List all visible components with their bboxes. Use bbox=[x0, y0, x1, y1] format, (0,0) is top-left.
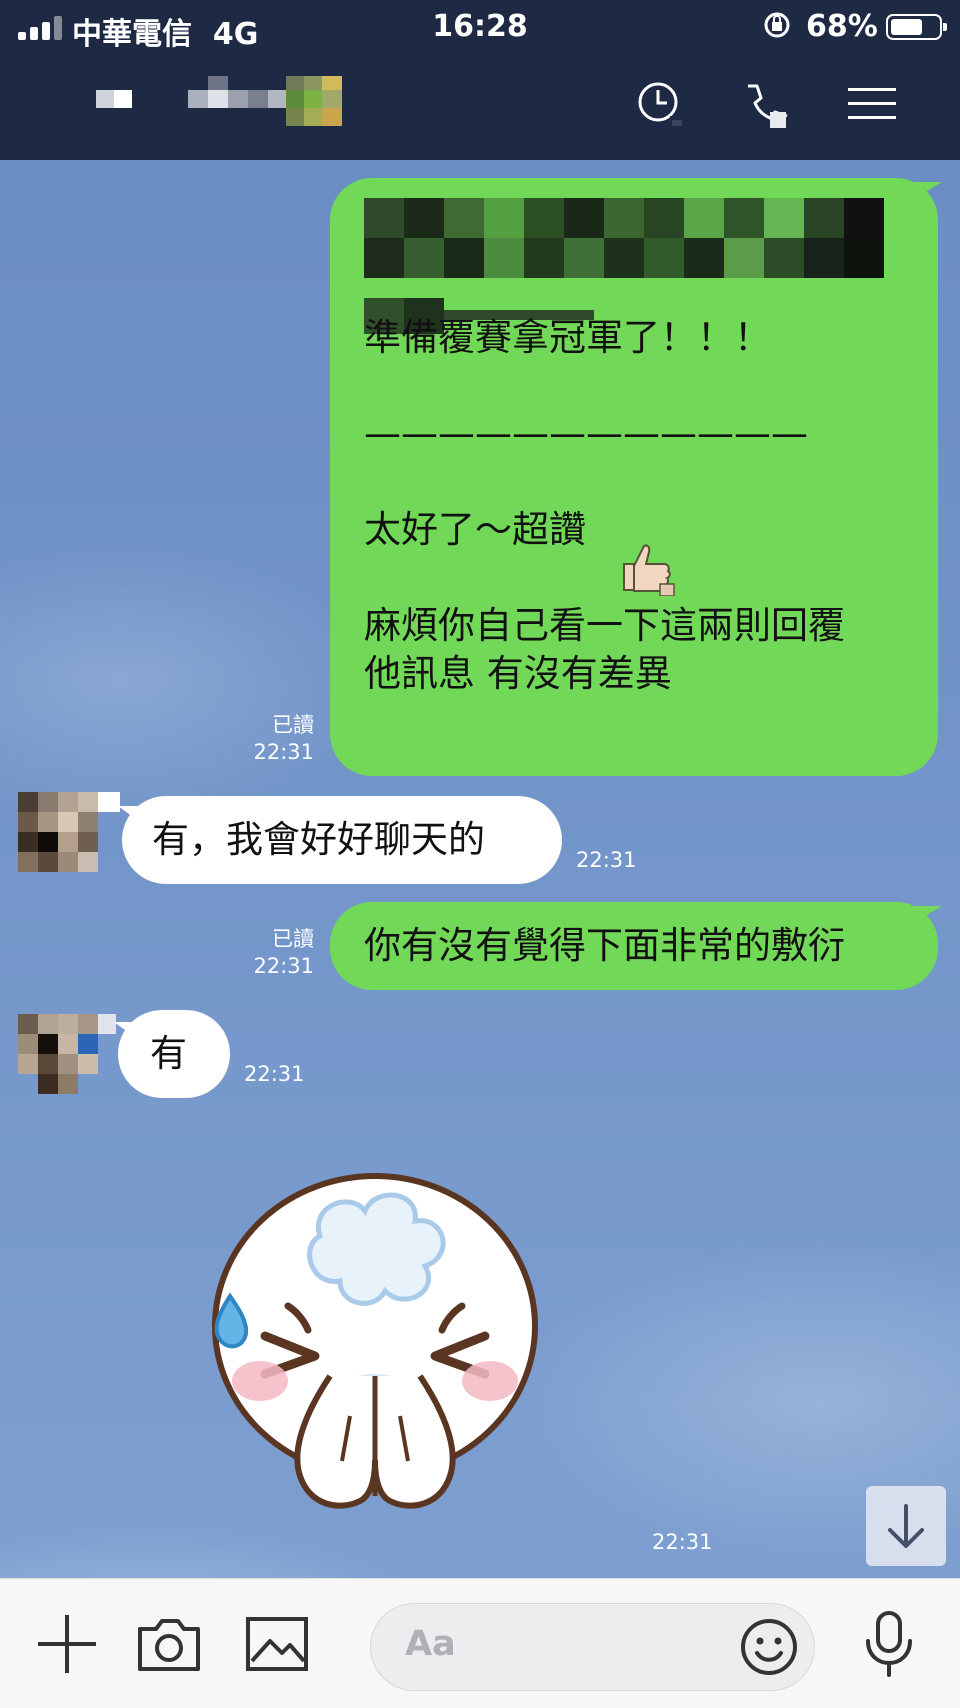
camera-icon[interactable] bbox=[134, 1609, 204, 1679]
outgoing-message-bubble[interactable]: 你有沒有覺得下面非常的敷衍 bbox=[330, 902, 938, 990]
thumbs-up-emoji bbox=[616, 540, 676, 597]
read-receipt: 已讀 bbox=[272, 927, 314, 951]
emoji-icon[interactable] bbox=[738, 1616, 800, 1678]
sweating-bowing-sticker[interactable] bbox=[200, 1166, 550, 1516]
message-time: 22:31 bbox=[253, 954, 314, 978]
microphone-icon[interactable] bbox=[854, 1609, 924, 1679]
menu-icon[interactable] bbox=[844, 80, 900, 130]
scroll-to-bottom-button[interactable] bbox=[866, 1486, 946, 1566]
phone-icon[interactable] bbox=[738, 80, 788, 130]
top-bar: 中華電信 4G 16:28 68% bbox=[0, 0, 960, 160]
message-text: 你有沒有覺得下面非常的敷衍 bbox=[364, 924, 845, 967]
rotation-lock-icon bbox=[762, 10, 792, 48]
composer-bar: Aa bbox=[0, 1578, 960, 1708]
image-icon[interactable] bbox=[242, 1609, 312, 1679]
message-time: 22:31 bbox=[244, 1062, 305, 1086]
message-time: 22:31 bbox=[652, 1530, 713, 1554]
outgoing-message-bubble[interactable]: 準備覆賽拿冠軍了！！！ ———————————— 太好了～超讚 麻煩你自己看一下… bbox=[330, 178, 938, 776]
message-text: 有 bbox=[150, 1032, 187, 1075]
avatar[interactable] bbox=[18, 792, 120, 872]
message-time: 22:31 bbox=[253, 740, 314, 764]
message-text: 有，我會好好聊天的 bbox=[152, 818, 485, 861]
clock-icon[interactable] bbox=[636, 80, 686, 130]
message-input-placeholder: Aa bbox=[405, 1624, 456, 1664]
contact-name-redacted[interactable] bbox=[96, 76, 366, 140]
incoming-message-bubble[interactable]: 有 bbox=[118, 1010, 230, 1098]
chat-screen: 中華電信 4G 16:28 68% 已讀 22:31 準備覆賽拿冠軍了！！！ —… bbox=[0, 0, 960, 1708]
avatar[interactable] bbox=[18, 1014, 116, 1098]
message-text: 準備覆賽拿冠軍了！！！ ———————————— 太好了～超讚 麻煩你自己看一下… bbox=[364, 316, 845, 695]
battery-icon bbox=[886, 14, 947, 40]
battery-percent: 68% bbox=[806, 9, 878, 44]
read-receipt: 已讀 bbox=[272, 713, 314, 737]
incoming-message-bubble[interactable]: 有，我會好好聊天的 bbox=[122, 796, 562, 884]
message-time: 22:31 bbox=[576, 848, 637, 872]
status-bar: 中華電信 4G 16:28 68% bbox=[0, 0, 960, 54]
plus-icon[interactable] bbox=[32, 1609, 102, 1679]
message-input[interactable]: Aa bbox=[370, 1603, 815, 1691]
